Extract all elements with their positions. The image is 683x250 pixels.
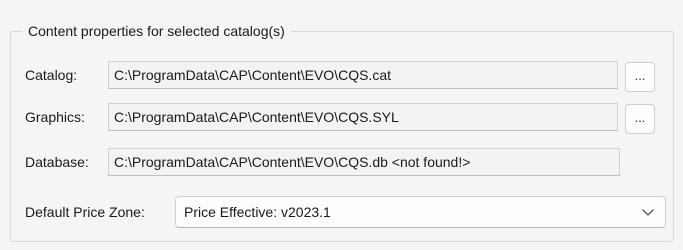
database-label: Database:	[25, 154, 89, 170]
database-path-field[interactable]: C:\ProgramData\CAP\Content\EVO\CQS.db <n…	[108, 148, 620, 176]
graphics-path-field[interactable]: C:\ProgramData\CAP\Content\EVO\CQS.SYL	[108, 103, 618, 131]
catalog-row: Catalog: C:\ProgramData\CAP\Content\EVO\…	[0, 60, 683, 92]
graphics-label: Graphics:	[25, 109, 85, 125]
graphics-browse-button[interactable]: ...	[625, 104, 655, 134]
price-zone-selected-value: Price Effective: v2023.1	[184, 204, 331, 220]
price-zone-select[interactable]: Price Effective: v2023.1	[175, 196, 666, 228]
catalog-browse-button[interactable]: ...	[625, 62, 655, 92]
group-title: Content properties for selected catalog(…	[22, 22, 291, 40]
price-zone-row: Default Price Zone: Price Effective: v20…	[0, 196, 683, 228]
catalog-path-field[interactable]: C:\ProgramData\CAP\Content\EVO\CQS.cat	[108, 61, 618, 89]
catalog-label: Catalog:	[25, 67, 78, 83]
price-zone-label: Default Price Zone:	[25, 204, 145, 220]
graphics-row: Graphics: C:\ProgramData\CAP\Content\EVO…	[0, 102, 683, 134]
chevron-down-icon[interactable]	[641, 205, 655, 219]
database-row: Database: C:\ProgramData\CAP\Content\EVO…	[0, 147, 683, 177]
